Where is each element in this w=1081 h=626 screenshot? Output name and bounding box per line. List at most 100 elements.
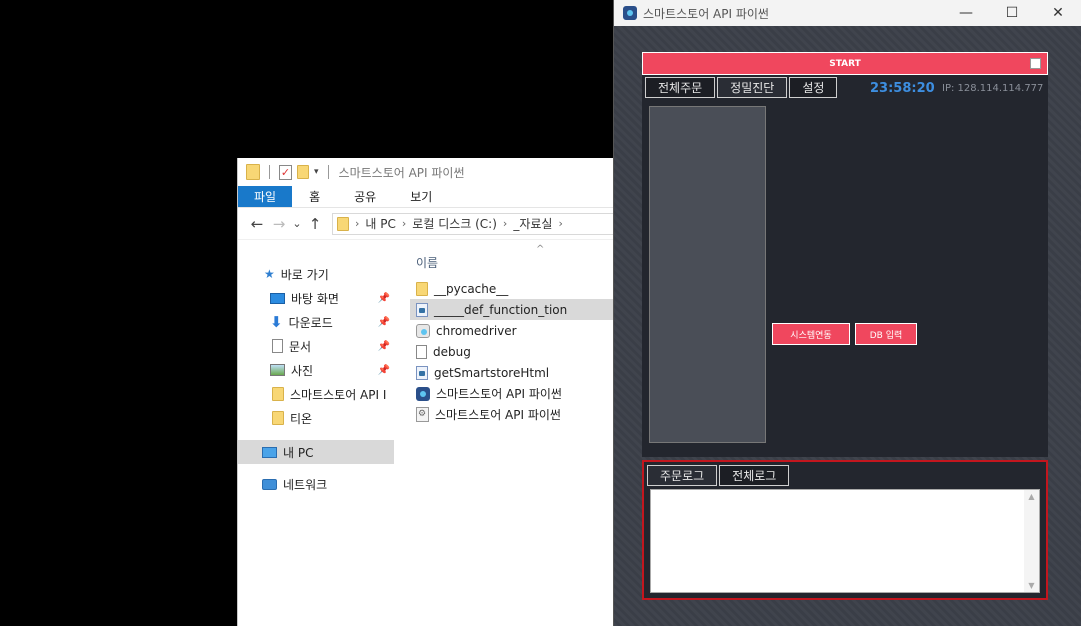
tab-all-orders[interactable]: 전체주문 [645,77,716,98]
breadcrumb-local-disk[interactable]: 로컬 디스크 (C:) [412,215,497,232]
db-input-button[interactable]: DB 입력 [855,323,917,345]
tab-settings[interactable]: 설정 [789,77,838,98]
nav-item-pictures[interactable]: 사진 📌 [238,358,394,382]
tab-all-log[interactable]: 전체로그 [719,465,790,486]
app-body: START 전체주문 정밀진단 설정 23:58:20 IP: 128.114.… [614,26,1081,626]
file-row[interactable]: debug [410,341,613,362]
back-arrow-icon[interactable]: ← [246,215,268,233]
nav-quick-access[interactable]: ★ 바로 가기 [238,262,394,286]
document-icon [416,344,427,359]
file-row[interactable]: 스마트스토어 API 파이썬 [410,404,613,425]
pin-icon: 📌 [377,316,390,328]
pin-icon: 📌 [377,292,390,304]
sort-up-icon: ^ [536,244,545,255]
tab-diagnosis[interactable]: 정밀진단 [717,77,788,98]
nav-label: 스마트스토어 API I [290,387,387,402]
system-link-button[interactable]: 시스템연동 [772,323,850,345]
app-icon [623,6,637,20]
file-name: 스마트스토어 API 파이썬 [435,408,561,422]
nav-label: 바로 가기 [280,267,329,282]
network-icon [262,478,277,490]
nav-item-downloads[interactable]: ⬇ 다운로드 📌 [238,310,394,334]
nav-item-network[interactable]: 네트워크 [238,472,394,496]
file-explorer-window: ✓ ▾ 스마트스토어 API 파이썬 파일 홈 공유 보기 ← → ⌄ ↑ › … [237,158,613,626]
computer-icon [262,446,277,458]
folder-icon [337,216,349,231]
breadcrumb-this-pc[interactable]: 내 PC [365,215,395,232]
scroll-down-icon[interactable]: ▼ [1024,581,1039,590]
explorer-title: 스마트스토어 API 파이썬 [338,165,465,180]
ribbon-tab-view[interactable]: 보기 [393,186,449,207]
tab-order-log[interactable]: 주문로그 [647,465,718,486]
nav-label: 내 PC [283,445,314,460]
nav-item-tion-folder[interactable]: 티온 [238,406,394,430]
log-tabs: 주문로그 전체로그 [647,465,790,486]
file-row[interactable]: 스마트스토어 API 파이썬 [410,383,613,404]
properties-icon[interactable]: ✓ [279,164,292,180]
config-file-icon [416,407,429,422]
executable-icon [416,323,430,338]
desktop: ✓ ▾ 스마트스토어 API 파이썬 파일 홈 공유 보기 ← → ⌄ ↑ › … [0,0,1081,626]
ribbon-tab-file[interactable]: 파일 [238,186,293,207]
breadcrumb-archive[interactable]: _자료실 [513,215,552,232]
minimize-icon[interactable]: — [943,0,989,26]
start-checkbox[interactable] [1030,58,1041,69]
picture-icon [270,364,285,376]
document-icon [272,339,283,353]
column-header-name[interactable]: ^ 이름 [410,244,613,278]
python-file-icon [416,365,428,380]
new-folder-icon[interactable] [297,165,309,179]
file-icon[interactable] [246,164,260,180]
maximize-icon[interactable]: ☐ [989,0,1035,26]
start-button[interactable]: START [642,52,1048,75]
nav-item-smartstore-folder[interactable]: 스마트스토어 API I [238,382,394,406]
log-textarea[interactable]: ▲ ▼ [650,489,1040,593]
ribbon-tabs: 파일 홈 공유 보기 [238,186,613,208]
file-row[interactable]: __pycache__ [410,278,613,299]
file-row[interactable]: chromedriver [410,320,613,341]
nav-label: 티온 [290,411,313,426]
nav-label: 바탕 화면 [291,291,339,306]
parent-folder-icon[interactable]: ↑ [304,215,326,233]
nav-label: 문서 [289,339,312,354]
chevron-right-icon: › [502,217,508,230]
app-icon [416,386,430,401]
ribbon-tab-home[interactable]: 홈 [292,186,337,207]
app-title-bar: 스마트스토어 API 파이썬 — ☐ ✕ [614,0,1081,26]
order-list-box[interactable] [649,106,766,443]
nav-label: 사진 [291,363,314,378]
chevron-right-icon: › [355,217,360,230]
app-title: 스마트스토어 API 파이썬 [643,6,769,21]
desktop-icon [270,292,285,304]
file-name: 스마트스토어 API 파이썬 [436,387,562,401]
address-bar[interactable]: › 내 PC › 로컬 디스크 (C:) › _자료실 › [332,212,613,235]
file-row[interactable]: _____def_function_tion [410,299,613,320]
nav-label: 네트워크 [283,477,328,492]
main-tabs: 전체주문 정밀진단 설정 [645,77,838,98]
file-name: debug [433,344,471,359]
nav-item-documents[interactable]: 문서 📌 [238,334,394,358]
download-arrow-icon: ⬇ [270,313,283,331]
ip-address: IP: 128.114.114.777 [942,83,1044,94]
up-arrow-icon[interactable]: ⌄ [290,217,304,230]
log-scrollbar[interactable]: ▲ ▼ [1024,490,1039,592]
file-name: getSmartstoreHtml [434,365,550,380]
file-name: __pycache__ [434,281,509,296]
explorer-title-bar: ✓ ▾ 스마트스토어 API 파이썬 [238,158,613,186]
scroll-up-icon[interactable]: ▲ [1024,492,1039,501]
chevron-down-icon[interactable]: ▾ [314,167,319,177]
star-icon: ★ [264,267,275,281]
nav-item-this-pc[interactable]: 내 PC [238,440,394,464]
nav-label: 다운로드 [288,315,333,330]
start-label: START [829,58,861,69]
pin-icon: 📌 [377,340,390,352]
log-panel: 주문로그 전체로그 ▲ ▼ [642,460,1048,600]
nav-item-desktop[interactable]: 바탕 화면 📌 [238,286,394,310]
navigation-row: ← → ⌄ ↑ › 내 PC › 로컬 디스크 (C:) › _자료실 › [238,208,613,240]
ribbon-tab-share[interactable]: 공유 [337,186,393,207]
folder-icon [416,281,428,296]
file-row[interactable]: getSmartstoreHtml [410,362,613,383]
forward-arrow-icon[interactable]: → [268,215,290,233]
close-icon[interactable]: ✕ [1035,0,1081,26]
chevron-right-icon: › [558,217,563,230]
